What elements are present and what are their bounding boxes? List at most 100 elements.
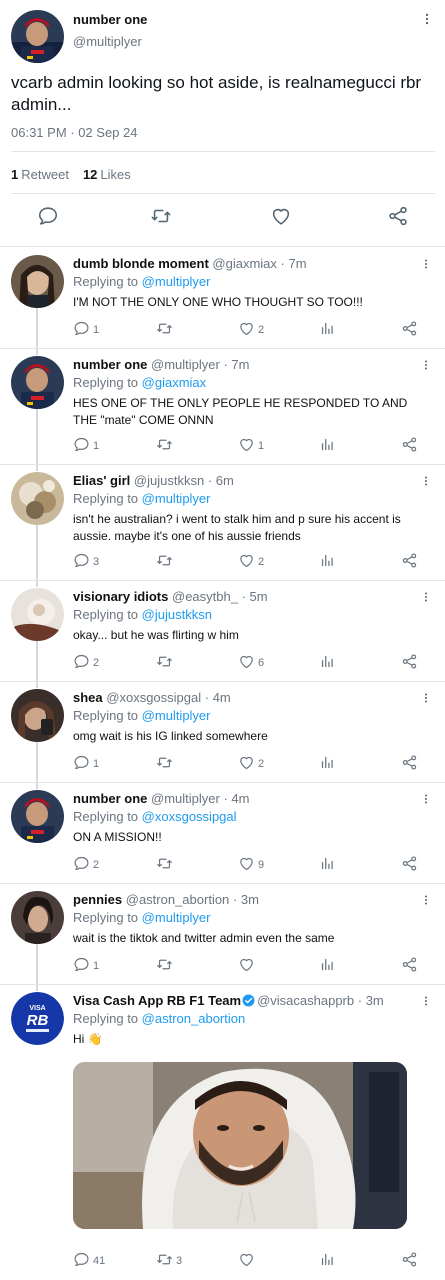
author-handle[interactable]: @jujustkksn (134, 473, 204, 488)
more-vertical-icon[interactable] (420, 993, 432, 1014)
reply-button[interactable]: 3 (73, 552, 99, 572)
more-vertical-icon[interactable] (420, 892, 432, 913)
reply-button[interactable]: 1 (73, 956, 99, 976)
replying-to-link[interactable]: @multiplyer (142, 910, 211, 925)
stats-icon[interactable] (319, 855, 336, 872)
replying-to-link[interactable]: @multiplyer (142, 708, 211, 723)
reply-icon[interactable] (37, 205, 59, 232)
stats-icon[interactable] (319, 436, 336, 453)
like-count[interactable]: 12 (83, 167, 97, 182)
avatar[interactable] (11, 689, 64, 742)
author-handle[interactable]: @multiplyer (73, 34, 142, 49)
media-image[interactable] (73, 1062, 407, 1229)
retweet-button[interactable] (156, 754, 176, 774)
reply-button[interactable]: 2 (73, 653, 99, 673)
author-handle[interactable]: @astron_abortion (126, 892, 230, 907)
reply-tweet[interactable]: number one @multiplyer · 7m Replying to … (0, 349, 445, 465)
author-handle[interactable]: @multiplyer (151, 791, 220, 806)
replying-to-link[interactable]: @xoxsgossipgal (142, 809, 237, 824)
reply-tweet[interactable]: shea @xoxsgossipgal · 4m Replying to @mu… (0, 682, 445, 783)
stats-icon[interactable] (319, 552, 336, 569)
author-handle[interactable]: @visacashapprb (257, 993, 354, 1008)
retweet-button[interactable] (156, 436, 176, 456)
reply-tweet[interactable]: VISA RB Visa Cash App RB F1 Team @visacas… (0, 985, 445, 1280)
stats-icon[interactable] (319, 754, 336, 771)
reply-tweet[interactable]: number one @multiplyer · 4m Replying to … (0, 783, 445, 884)
share-icon[interactable] (401, 956, 418, 973)
stats-icon[interactable] (319, 653, 336, 670)
author-name[interactable]: dumb blonde moment (73, 256, 209, 271)
avatar[interactable] (11, 588, 64, 641)
like-button[interactable]: 9 (238, 855, 264, 875)
retweet-button[interactable] (156, 653, 176, 673)
more-vertical-icon[interactable] (420, 690, 432, 711)
retweet-button[interactable] (156, 552, 176, 572)
share-icon[interactable] (401, 1251, 418, 1268)
share-icon[interactable] (401, 855, 418, 872)
avatar[interactable] (11, 10, 64, 63)
like-button[interactable] (238, 1251, 258, 1271)
like-button[interactable]: 6 (238, 653, 264, 673)
reply-button[interactable]: 1 (73, 754, 99, 774)
retweet-button[interactable] (156, 320, 176, 340)
share-icon[interactable] (401, 653, 418, 670)
stats-icon[interactable] (319, 956, 336, 973)
author-handle[interactable]: @easytbh_ (172, 589, 238, 604)
reply-tweet[interactable]: dumb blonde moment @giaxmiax · 7m Replyi… (0, 248, 445, 349)
share-icon[interactable] (401, 754, 418, 771)
retweet-count[interactable]: 1 (11, 167, 18, 182)
replying-to-link[interactable]: @multiplyer (142, 491, 211, 506)
more-vertical-icon[interactable] (420, 256, 432, 277)
retweet-label[interactable]: Retweet (21, 167, 69, 182)
share-icon[interactable] (401, 320, 418, 337)
retweet-button[interactable]: 3 (156, 1251, 182, 1271)
avatar[interactable] (11, 891, 64, 944)
author-handle[interactable]: @xoxsgossipgal (106, 690, 201, 705)
replying-to-link[interactable]: @jujustkksn (142, 607, 212, 622)
like-button[interactable] (238, 956, 258, 976)
reply-button[interactable]: 2 (73, 855, 99, 875)
avatar[interactable] (11, 356, 64, 409)
author-name[interactable]: shea (73, 690, 103, 705)
heart-icon[interactable] (270, 205, 292, 232)
more-vertical-icon[interactable] (420, 589, 432, 610)
author-name[interactable]: number one (73, 791, 147, 806)
more-vertical-icon[interactable] (420, 473, 432, 494)
like-button[interactable]: 2 (238, 754, 264, 774)
retweet-button[interactable] (156, 956, 176, 976)
like-button[interactable]: 1 (238, 436, 264, 456)
avatar[interactable] (11, 255, 64, 308)
avatar[interactable] (11, 790, 64, 843)
retweet-icon[interactable] (150, 205, 172, 232)
author-name[interactable]: number one (73, 12, 147, 27)
share-icon[interactable] (401, 552, 418, 569)
reply-tweet[interactable]: visionary idiots @easytbh_ · 5m Replying… (0, 581, 445, 682)
author-name[interactable]: Elias' girl (73, 473, 130, 488)
like-label[interactable]: Likes (100, 167, 130, 182)
avatar[interactable] (11, 472, 64, 525)
reply-tweet[interactable]: pennies @astron_abortion · 3m Replying t… (0, 884, 445, 985)
author-name[interactable]: number one (73, 357, 147, 372)
author-name[interactable]: pennies (73, 892, 122, 907)
author-handle[interactable]: @giaxmiax (212, 256, 277, 271)
reply-button[interactable]: 1 (73, 436, 99, 456)
author-handle[interactable]: @multiplyer (151, 357, 220, 372)
more-vertical-icon[interactable] (420, 791, 432, 812)
reply-button[interactable]: 1 (73, 320, 99, 340)
retweet-button[interactable] (156, 855, 176, 875)
author-name[interactable]: Visa Cash App RB F1 Team (73, 993, 241, 1008)
stats-icon[interactable] (319, 320, 336, 337)
share-icon[interactable] (387, 205, 409, 232)
avatar[interactable]: VISA RB (11, 992, 64, 1045)
replying-to-link[interactable]: @multiplyer (142, 274, 211, 289)
more-vertical-icon[interactable] (420, 10, 434, 33)
share-icon[interactable] (401, 436, 418, 453)
stats-icon[interactable] (319, 1251, 336, 1268)
like-button[interactable]: 2 (238, 320, 264, 340)
more-vertical-icon[interactable] (420, 357, 432, 378)
replying-to-link[interactable]: @giaxmiax (142, 375, 207, 390)
reply-button[interactable]: 41 (73, 1251, 105, 1271)
reply-tweet[interactable]: Elias' girl @jujustkksn · 6m Replying to… (0, 465, 445, 581)
replying-to-link[interactable]: @astron_abortion (142, 1011, 246, 1026)
like-button[interactable]: 2 (238, 552, 264, 572)
